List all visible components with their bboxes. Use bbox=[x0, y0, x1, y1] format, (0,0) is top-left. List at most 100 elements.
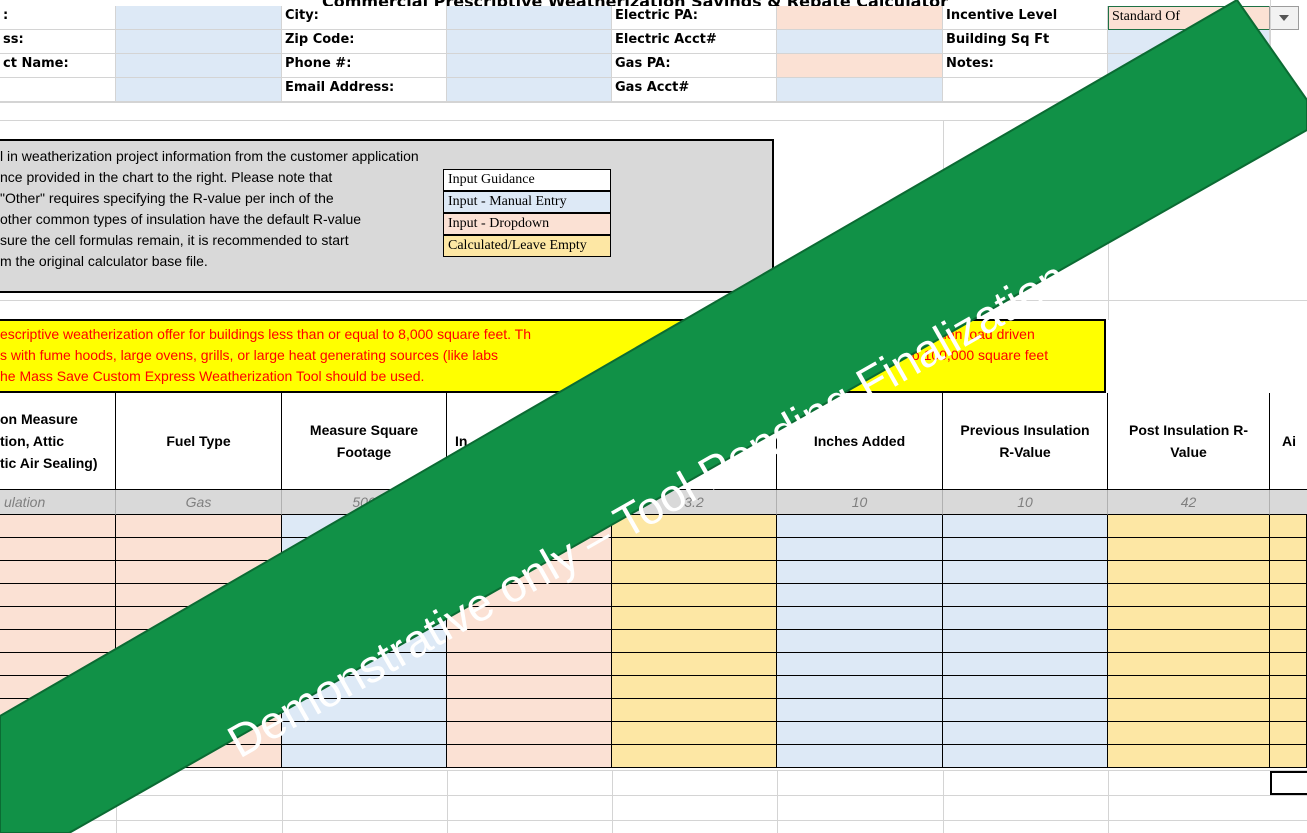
incentive-level-select[interactable]: Standard Of bbox=[1108, 6, 1270, 30]
table-cell[interactable] bbox=[777, 745, 943, 768]
table-cell[interactable] bbox=[612, 745, 777, 768]
table-cell[interactable] bbox=[1270, 745, 1307, 768]
table-cell[interactable] bbox=[612, 630, 777, 653]
table-cell[interactable] bbox=[777, 699, 943, 722]
info-input-cell[interactable] bbox=[116, 78, 282, 102]
zip-input-cell[interactable] bbox=[447, 30, 612, 54]
table-cell[interactable] bbox=[447, 561, 612, 584]
table-cell[interactable] bbox=[943, 538, 1108, 561]
table-cell[interactable] bbox=[1270, 722, 1307, 745]
table-cell[interactable] bbox=[612, 653, 777, 676]
table-cell[interactable] bbox=[447, 676, 612, 699]
table-cell[interactable] bbox=[116, 538, 282, 561]
table-cell[interactable] bbox=[777, 538, 943, 561]
table-cell[interactable] bbox=[777, 584, 943, 607]
table-cell[interactable] bbox=[447, 699, 612, 722]
table-cell[interactable] bbox=[282, 722, 447, 745]
table-cell[interactable] bbox=[0, 699, 116, 722]
table-cell[interactable] bbox=[116, 561, 282, 584]
table-cell[interactable] bbox=[1108, 653, 1270, 676]
table-cell[interactable] bbox=[1108, 561, 1270, 584]
table-cell[interactable] bbox=[282, 561, 447, 584]
electric-pa-dropdown-cell[interactable] bbox=[777, 6, 943, 30]
table-cell[interactable] bbox=[116, 515, 282, 538]
table-cell[interactable] bbox=[282, 515, 447, 538]
table-cell[interactable] bbox=[0, 515, 116, 538]
table-cell[interactable] bbox=[116, 653, 282, 676]
table-cell[interactable] bbox=[1270, 653, 1307, 676]
table-cell[interactable] bbox=[1108, 538, 1270, 561]
table-cell[interactable] bbox=[612, 515, 777, 538]
table-cell[interactable] bbox=[777, 561, 943, 584]
table-cell[interactable] bbox=[943, 699, 1108, 722]
table-cell[interactable] bbox=[447, 745, 612, 768]
table-cell[interactable] bbox=[1108, 699, 1270, 722]
phone-input-cell[interactable] bbox=[447, 54, 612, 78]
table-cell[interactable] bbox=[282, 584, 447, 607]
table-cell[interactable] bbox=[1270, 699, 1307, 722]
table-cell[interactable] bbox=[943, 561, 1108, 584]
gas-pa-dropdown-cell[interactable] bbox=[777, 54, 943, 78]
table-cell[interactable] bbox=[447, 584, 612, 607]
table-cell[interactable] bbox=[282, 676, 447, 699]
building-sqft-input-cell[interactable] bbox=[1108, 30, 1270, 54]
table-cell[interactable] bbox=[0, 745, 116, 768]
table-cell[interactable] bbox=[0, 561, 116, 584]
table-cell[interactable] bbox=[116, 584, 282, 607]
table-cell[interactable] bbox=[1270, 561, 1307, 584]
table-cell[interactable] bbox=[116, 630, 282, 653]
notes-input-cell[interactable] bbox=[1108, 54, 1270, 78]
table-cell[interactable] bbox=[943, 630, 1108, 653]
table-cell[interactable] bbox=[612, 699, 777, 722]
dropdown-arrow-button[interactable] bbox=[1269, 6, 1299, 30]
table-cell[interactable] bbox=[612, 561, 777, 584]
table-cell[interactable] bbox=[943, 745, 1108, 768]
address-input-cell[interactable] bbox=[116, 30, 282, 54]
electric-acct-input-cell[interactable] bbox=[777, 30, 943, 54]
table-cell[interactable] bbox=[447, 538, 612, 561]
table-cell[interactable] bbox=[1108, 722, 1270, 745]
table-cell[interactable] bbox=[777, 515, 943, 538]
table-cell[interactable] bbox=[447, 630, 612, 653]
table-cell[interactable] bbox=[777, 676, 943, 699]
table-cell[interactable] bbox=[1270, 630, 1307, 653]
table-cell[interactable] bbox=[0, 653, 116, 676]
table-cell[interactable] bbox=[0, 584, 116, 607]
table-cell[interactable] bbox=[0, 676, 116, 699]
table-cell[interactable] bbox=[943, 653, 1108, 676]
table-cell[interactable] bbox=[943, 676, 1108, 699]
table-cell[interactable] bbox=[1108, 630, 1270, 653]
table-cell[interactable] bbox=[282, 745, 447, 768]
table-cell[interactable] bbox=[116, 676, 282, 699]
table-cell[interactable] bbox=[0, 722, 116, 745]
table-cell[interactable] bbox=[777, 653, 943, 676]
table-cell[interactable] bbox=[612, 607, 777, 630]
table-cell[interactable] bbox=[282, 653, 447, 676]
table-cell[interactable] bbox=[282, 699, 447, 722]
gas-acct-input-cell[interactable] bbox=[777, 78, 943, 102]
table-cell[interactable] bbox=[282, 630, 447, 653]
table-cell[interactable] bbox=[116, 699, 282, 722]
table-cell[interactable] bbox=[447, 515, 612, 538]
table-cell[interactable] bbox=[116, 745, 282, 768]
table-cell[interactable] bbox=[1108, 515, 1270, 538]
table-cell[interactable] bbox=[777, 722, 943, 745]
table-cell[interactable] bbox=[612, 676, 777, 699]
table-cell[interactable] bbox=[943, 515, 1108, 538]
table-cell[interactable] bbox=[1270, 538, 1307, 561]
table-cell[interactable] bbox=[943, 584, 1108, 607]
table-cell[interactable] bbox=[0, 630, 116, 653]
table-cell[interactable] bbox=[1270, 607, 1307, 630]
table-cell[interactable] bbox=[777, 607, 943, 630]
city-input-cell[interactable] bbox=[447, 6, 612, 30]
table-cell[interactable] bbox=[447, 607, 612, 630]
table-cell[interactable] bbox=[1270, 676, 1307, 699]
table-cell[interactable] bbox=[1108, 676, 1270, 699]
table-cell[interactable] bbox=[282, 607, 447, 630]
table-cell[interactable] bbox=[1108, 584, 1270, 607]
table-cell[interactable] bbox=[943, 607, 1108, 630]
table-cell[interactable] bbox=[447, 653, 612, 676]
table-cell[interactable] bbox=[0, 607, 116, 630]
table-cell[interactable] bbox=[1270, 584, 1307, 607]
table-cell[interactable] bbox=[116, 607, 282, 630]
